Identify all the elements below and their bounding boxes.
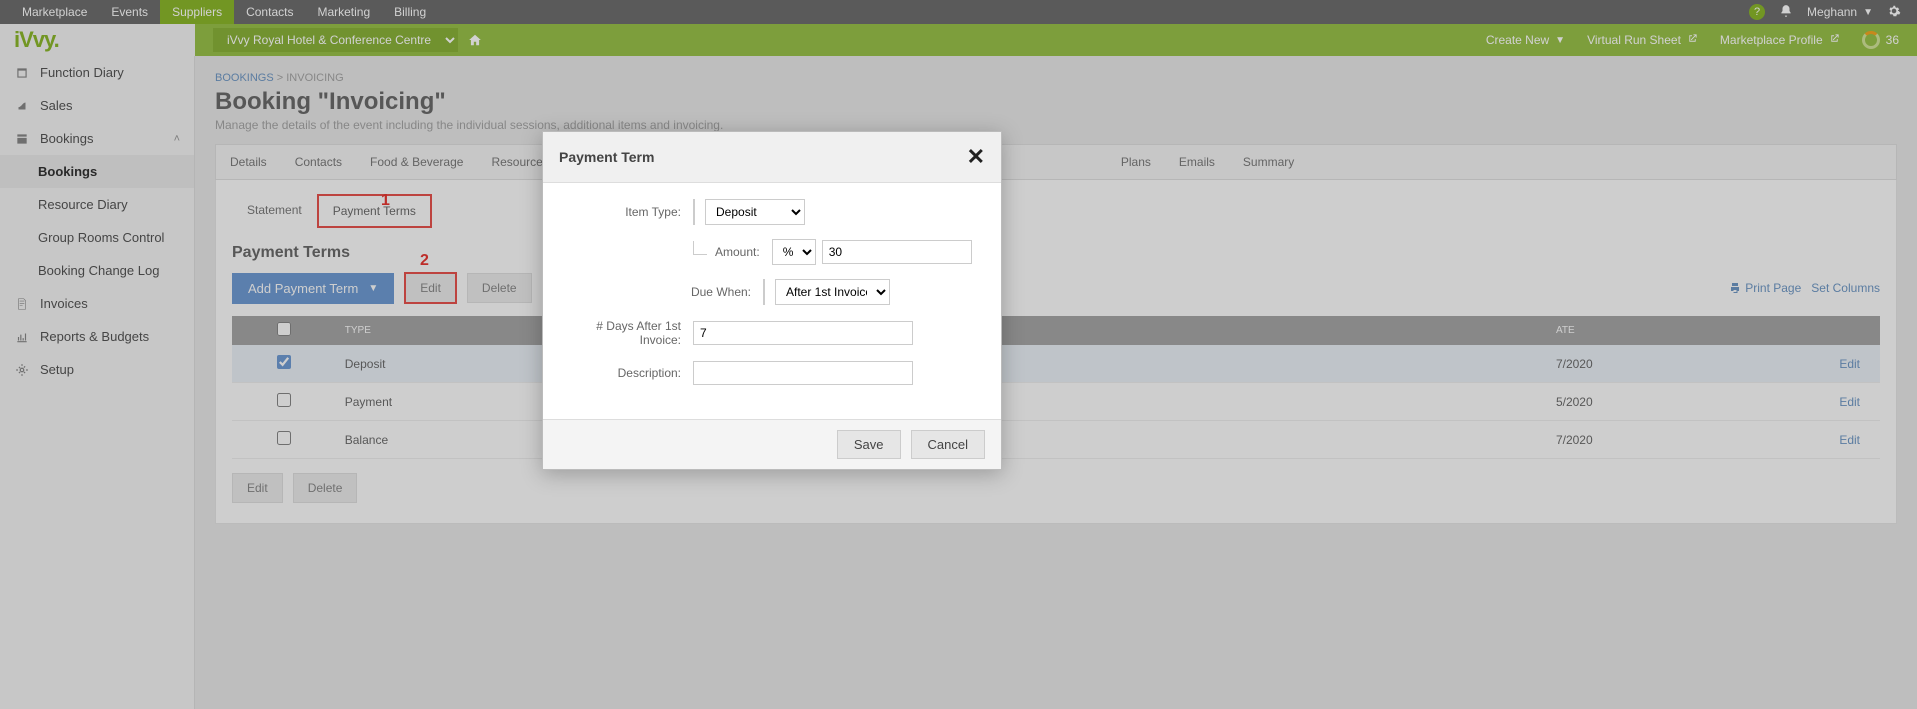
days-label: # Days After 1st Invoice: <box>563 319 693 347</box>
modal-title: Payment Term <box>559 149 654 165</box>
days-input[interactable] <box>693 321 913 345</box>
due-when-select[interactable]: After 1st Invoice <box>775 279 890 305</box>
indent-bracket-icon <box>693 241 707 255</box>
cancel-button[interactable]: Cancel <box>911 430 985 459</box>
description-label: Description: <box>563 366 693 380</box>
payment-term-modal: Payment Term ✕ Item Type: Deposit Amount… <box>542 131 1002 470</box>
due-when-label: Due When: <box>563 285 763 299</box>
amount-label: Amount: <box>715 245 772 259</box>
amount-unit-select[interactable]: % <box>772 239 816 265</box>
description-input[interactable] <box>693 361 913 385</box>
amount-input[interactable] <box>822 240 972 264</box>
item-type-select[interactable]: Deposit <box>705 199 805 225</box>
save-button[interactable]: Save <box>837 430 901 459</box>
close-icon[interactable]: ✕ <box>967 144 985 170</box>
item-type-label: Item Type: <box>563 205 693 219</box>
